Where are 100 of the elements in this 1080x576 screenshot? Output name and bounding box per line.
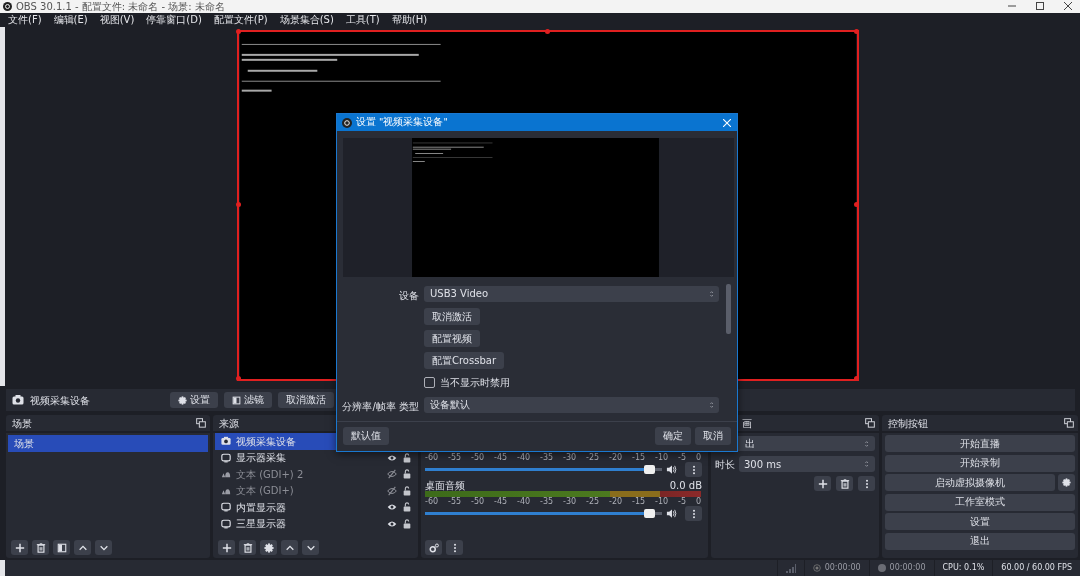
lock-icon[interactable] [402, 502, 412, 513]
control-button[interactable]: 开始录制 [885, 454, 1075, 472]
dock-title: 控制按钮 [888, 417, 928, 429]
menu-button[interactable] [446, 540, 463, 556]
resize-handle[interactable] [236, 375, 241, 381]
add-button[interactable] [814, 476, 831, 492]
source-item[interactable]: 内置显示器 [215, 499, 416, 516]
cpu-usage: CPU: 0.1% [942, 563, 985, 573]
select-field[interactable]: 设备默认 [424, 396, 719, 413]
scene-item[interactable]: 场景 [8, 435, 208, 453]
menu-item[interactable]: 配置文件(P) [213, 14, 268, 26]
checkbox[interactable] [424, 376, 435, 388]
eye-slash-icon[interactable] [387, 485, 397, 496]
filter-icon [232, 395, 241, 405]
delete-button[interactable] [239, 540, 256, 556]
trash-icon [839, 478, 850, 489]
menu-item[interactable]: 视图(V) [99, 14, 135, 26]
volume-slider[interactable] [425, 468, 662, 472]
trash-icon [35, 542, 46, 553]
duration-label: 时长 [715, 458, 735, 470]
filters-button[interactable]: 滤镜 [224, 392, 272, 409]
gear-icon [178, 395, 187, 405]
menu-item[interactable]: 帮助(H) [391, 14, 428, 26]
lock-icon[interactable] [402, 452, 412, 463]
camera-icon [221, 436, 231, 447]
delete-button[interactable] [32, 540, 49, 556]
control-button[interactable]: 工作室模式 [885, 493, 1075, 511]
slider-thumb[interactable] [643, 465, 655, 475]
source-label: 三星显示器 [236, 518, 286, 530]
tick-label: -45 [494, 497, 508, 506]
move-up-button[interactable] [281, 540, 298, 556]
slider-thumb[interactable] [643, 509, 655, 519]
speaker-icon[interactable] [666, 464, 677, 476]
source-name: 视频采集设备 [30, 394, 90, 406]
volume-reading: 0.0 dB [669, 479, 702, 491]
ok-button[interactable]: 确定 [655, 427, 691, 445]
tick-label: -30 [563, 497, 577, 506]
menu-item[interactable]: 停靠窗口(D) [146, 14, 202, 26]
menu-button[interactable] [685, 462, 702, 478]
record-icon [877, 564, 886, 573]
tick-label: -40 [517, 497, 531, 506]
control-button[interactable]: 开始直播 [885, 435, 1075, 453]
speaker-icon[interactable] [666, 508, 677, 520]
tick-label: -55 [448, 497, 462, 506]
plus-icon [14, 542, 25, 553]
add-button[interactable] [218, 540, 235, 556]
tick-label: 0 [695, 453, 701, 462]
dock-title: 场景 [12, 417, 32, 429]
settings-button[interactable] [1058, 474, 1075, 492]
plus-icon [817, 478, 828, 489]
move-down-button[interactable] [95, 540, 112, 556]
menu-item[interactable]: 工具(T) [345, 14, 380, 26]
reset-button[interactable]: 默认值 [343, 427, 389, 445]
monitor-icon [221, 518, 231, 529]
float-icon [196, 418, 206, 429]
tick-label: -20 [609, 453, 623, 462]
cancel-button[interactable]: 取消 [695, 427, 731, 445]
source-item[interactable]: 三星显示器 [215, 515, 416, 533]
filters-button[interactable] [53, 540, 70, 556]
window-title: OBS 30.1.1 - 配置文件: 未命名 - 场景: 未命名 [16, 0, 225, 12]
close-icon[interactable] [1064, 2, 1072, 11]
control-button[interactable]: 设置 [885, 513, 1075, 531]
menu-item[interactable]: 编辑(E) [53, 14, 88, 26]
control-button[interactable]: 启动虚拟摄像机 [885, 474, 1055, 492]
tick-label: -15 [632, 453, 646, 462]
maximize-icon[interactable] [1036, 2, 1044, 11]
tick-label: -10 [655, 497, 669, 506]
tick-label: -60 [425, 453, 439, 462]
source-item[interactable]: 文本 (GDI+) 2 [215, 466, 416, 483]
source-item[interactable]: 文本 (GDI+) [215, 482, 416, 500]
settings-button[interactable] [260, 540, 277, 556]
settings-button[interactable] [425, 540, 442, 556]
control-button[interactable]: 退出 [885, 532, 1075, 550]
menu-button[interactable] [858, 476, 875, 492]
tick-label: -50 [471, 453, 485, 462]
source-item[interactable]: 显示器采集 [215, 449, 416, 467]
menu-item[interactable]: 文件(F) [8, 14, 42, 26]
tick-label: -25 [586, 453, 600, 462]
volume-slider[interactable] [425, 512, 662, 516]
menu-button[interactable] [685, 506, 702, 522]
settings-button[interactable]: 设置 [170, 392, 218, 409]
move-up-button[interactable] [74, 540, 91, 556]
float-icon [865, 418, 875, 429]
eye-slash-icon[interactable] [387, 469, 397, 480]
move-down-button[interactable] [302, 540, 319, 556]
tick-label: -60 [425, 497, 439, 506]
lock-icon[interactable] [402, 469, 412, 480]
resize-handle[interactable] [236, 28, 241, 34]
add-button[interactable] [11, 540, 28, 556]
duration-field[interactable]: 300 ms [739, 456, 875, 473]
lock-icon[interactable] [402, 485, 412, 496]
tick-label: -5 [678, 453, 686, 462]
delete-button[interactable] [836, 476, 853, 492]
plus-icon [221, 542, 232, 553]
tick-label: -35 [540, 453, 554, 462]
tick-label: -55 [448, 453, 462, 462]
lock-icon[interactable] [402, 518, 412, 529]
menu-item[interactable]: 场景集合(S) [279, 14, 334, 26]
toolbar-button[interactable]: 取消激活 [278, 392, 334, 409]
field-label: 分辨率/帧率 类型 [342, 401, 419, 412]
